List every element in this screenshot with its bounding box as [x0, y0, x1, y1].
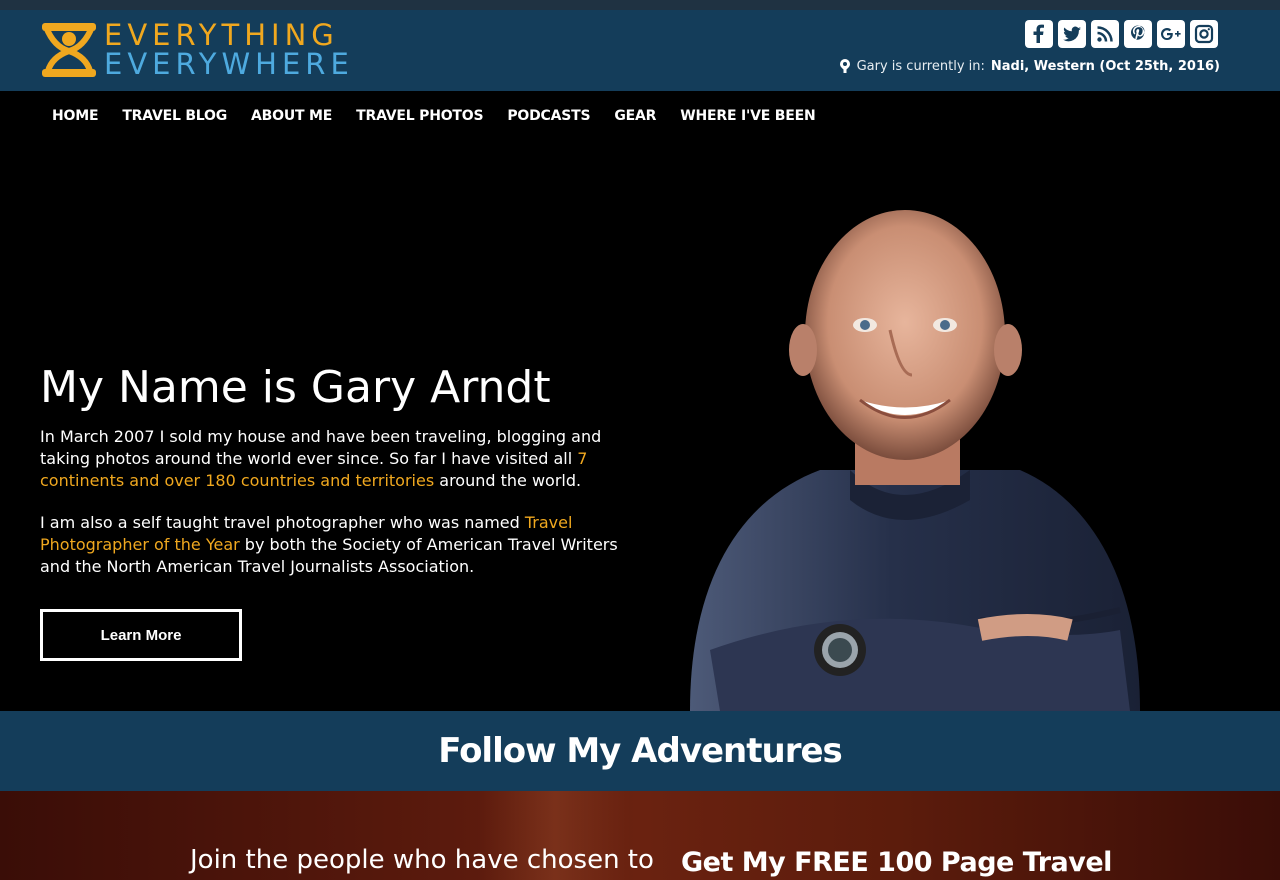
top-strip — [0, 0, 1280, 10]
rss-icon[interactable] — [1091, 20, 1119, 48]
portrait-photo — [690, 210, 1140, 711]
google-plus-icon[interactable] — [1157, 20, 1185, 48]
follow-section: Follow My Adventures — [0, 711, 1280, 791]
current-location: Gary is currently in: Nadi, Western (Oct… — [839, 58, 1220, 74]
location-label: Gary is currently in: — [856, 58, 985, 74]
logo-line-1: EVERYTHING — [104, 18, 339, 52]
location-link[interactable]: Nadi, Western (Oct 25th, 2016) — [991, 59, 1220, 74]
logo-line-2: EVERYWHERE — [104, 47, 354, 81]
logo-mark-icon — [42, 23, 96, 77]
join-heading: Join the people who have chosen to — [190, 845, 654, 875]
main-nav: HOME TRAVEL BLOG ABOUT ME TRAVEL PHOTOS … — [40, 98, 828, 134]
nav-podcasts[interactable]: PODCASTS — [495, 108, 602, 124]
nav-travel-photos[interactable]: TRAVEL PHOTOS — [344, 108, 495, 124]
free-guide-heading: Get My FREE 100 Page Travel — [681, 847, 1112, 878]
instagram-icon[interactable] — [1190, 20, 1218, 48]
site-header: EVERYTHING EVERYWHERE Gary is currently … — [0, 10, 1280, 91]
logo-text: EVERYTHING EVERYWHERE — [104, 21, 354, 79]
pinterest-icon[interactable] — [1124, 20, 1152, 48]
hero-paragraph-2: I am also a self taught travel photograp… — [40, 512, 640, 578]
hero-title: My Name is Gary Arndt — [40, 362, 551, 413]
site-logo[interactable]: EVERYTHING EVERYWHERE — [40, 20, 354, 80]
hero-paragraph-1: In March 2007 I sold my house and have b… — [40, 426, 640, 492]
nav-home[interactable]: HOME — [40, 108, 110, 124]
map-pin-icon — [839, 59, 850, 73]
signup-section: Join the people who have chosen to Get M… — [0, 791, 1280, 880]
hero-p1-text-after: around the world. — [434, 471, 582, 490]
hero-p2-text-before: I am also a self taught travel photograp… — [40, 513, 525, 532]
nav-where-ive-been[interactable]: WHERE I'VE BEEN — [668, 108, 827, 124]
follow-title: Follow My Adventures — [438, 731, 843, 771]
twitter-icon[interactable] — [1058, 20, 1086, 48]
nav-gear[interactable]: GEAR — [602, 108, 668, 124]
facebook-icon[interactable] — [1025, 20, 1053, 48]
hero-p1-text-before: In March 2007 I sold my house and have b… — [40, 427, 602, 468]
nav-travel-blog[interactable]: TRAVEL BLOG — [110, 108, 239, 124]
learn-more-button[interactable]: Learn More — [40, 609, 242, 661]
social-links — [1025, 20, 1218, 48]
nav-about-me[interactable]: ABOUT ME — [239, 108, 344, 124]
hero-section: My Name is Gary Arndt In March 2007 I so… — [0, 134, 1280, 711]
